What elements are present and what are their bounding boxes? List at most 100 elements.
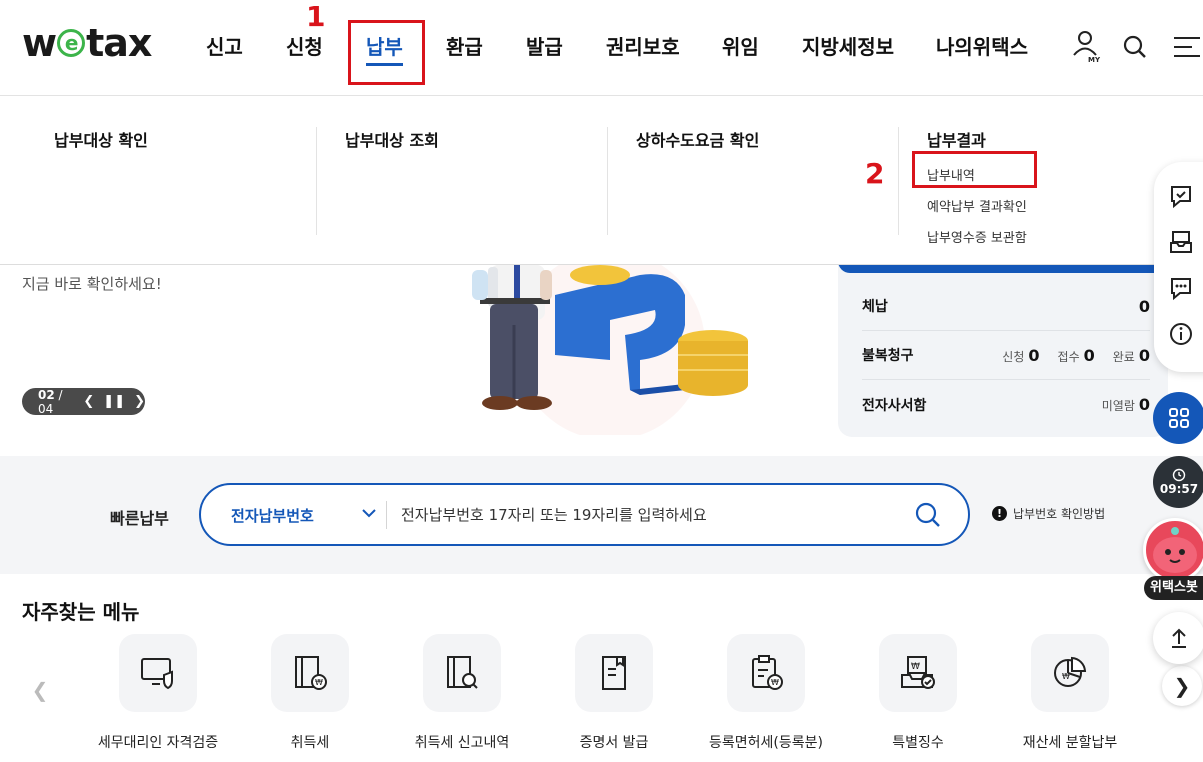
logo-prefix: w xyxy=(22,21,57,65)
clock-icon xyxy=(1172,468,1186,482)
summary-label: 전자사서함 xyxy=(862,397,927,414)
freq-item-agent-verify[interactable]: 세무대리인 자격검증 xyxy=(83,634,233,752)
header: w e tax 신고 신청 납부 환급 발급 권리보호 위임 지방세정보 나의위택스… xyxy=(0,0,1203,96)
chevron-down-icon[interactable] xyxy=(359,503,379,523)
freq-item-registration-tax[interactable]: ₩ 등록면허세(등록분) xyxy=(691,634,841,752)
summary-row-appeal[interactable]: 불복청구 신청 0 접수 0 완료 0 xyxy=(862,331,1150,380)
mega-col-water: 상하수도요금 확인 xyxy=(636,127,759,235)
logo-suffix: tax xyxy=(86,21,152,65)
summary-label: 불복청구 xyxy=(862,348,914,364)
document-won-icon: ₩ xyxy=(271,634,349,712)
freq-item-label: 등록면허세(등록분) xyxy=(709,735,823,751)
nav-my-wetax[interactable]: 나의위택스 xyxy=(936,31,1028,60)
monitor-shield-icon xyxy=(119,634,197,712)
chatbot-avatar[interactable] xyxy=(1143,518,1203,582)
info-mark-icon: ! xyxy=(992,506,1007,521)
slider-prev-icon[interactable]: ❮ xyxy=(83,394,94,409)
my-page-icon[interactable]: MY xyxy=(1070,28,1102,64)
mega-divider xyxy=(898,127,899,235)
mega-title-check-target[interactable]: 납부대상 확인 xyxy=(54,127,148,151)
summary-value: 0 xyxy=(1138,296,1150,316)
step-2-marker: 2 xyxy=(865,157,885,190)
scroll-top-button[interactable] xyxy=(1153,612,1203,664)
search-icon[interactable] xyxy=(1120,28,1152,64)
freq-item-label: 재산세 분할납부 xyxy=(1022,735,1118,751)
summary-value: 미열람 0 xyxy=(1101,395,1150,414)
freq-item-property-tax-installment[interactable]: ₩ 재산세 분할납부 xyxy=(995,634,1145,752)
tray-check-icon: ₩ xyxy=(879,634,957,712)
step-2-highlight xyxy=(912,151,1037,188)
mega-title-inquiry-target[interactable]: 납부대상 조회 xyxy=(345,127,439,151)
summary-value: 신청 0 xyxy=(1002,345,1040,365)
summary-label: 체납 xyxy=(862,299,888,315)
page: w e tax 신고 신청 납부 환급 발급 권리보호 위임 지방세정보 나의위택스… xyxy=(0,0,1203,762)
pie-chart-won-icon: ₩ xyxy=(1031,634,1109,712)
nav-delegate[interactable]: 위임 xyxy=(722,31,759,60)
nav-local-tax-info[interactable]: 지방세정보 xyxy=(802,31,894,60)
clipboard-won-icon: ₩ xyxy=(727,634,805,712)
svg-text:₩: ₩ xyxy=(315,678,323,687)
mega-title-payment-result[interactable]: 납부결과 xyxy=(927,127,1027,151)
quick-pay-divider xyxy=(386,501,387,529)
my-label: MY xyxy=(1088,56,1101,64)
status-summary-card: 체납 0 불복청구 신청 0 접수 0 완료 0 전자사서함 미열람 0 xyxy=(838,255,1168,437)
chat-dots-icon[interactable] xyxy=(1168,275,1194,301)
slider-pause-icon[interactable]: ❚❚ xyxy=(103,394,125,409)
summary-value: 접수 0 xyxy=(1057,345,1095,365)
all-menu-grid-button[interactable] xyxy=(1153,392,1203,444)
banner-slider-control: 02 / 04 ❮ ❚❚ ❯ xyxy=(22,387,145,416)
nav-issue[interactable]: 발급 xyxy=(526,31,563,60)
mega-divider xyxy=(607,127,608,235)
quick-pay-type-select[interactable]: 전자납부번호 xyxy=(231,505,314,526)
wetax-logo[interactable]: w e tax xyxy=(22,21,152,65)
chat-check-icon[interactable] xyxy=(1168,183,1194,209)
grid-icon xyxy=(1169,408,1189,428)
menu-icon[interactable] xyxy=(1170,28,1202,64)
mega-link-receipt-box[interactable]: 납부영수증 보관함 xyxy=(927,227,1027,246)
nav-refund[interactable]: 환급 xyxy=(446,31,483,60)
slider-next-icon[interactable]: ❯ xyxy=(134,394,145,409)
chatbot-label[interactable]: 위택스봇 xyxy=(1144,576,1203,600)
chevron-right-icon[interactable]: ❯ xyxy=(1162,666,1202,706)
freq-item-label: 취득세 신고내역 xyxy=(414,735,510,751)
frequent-menu-title: 자주찾는 메뉴 xyxy=(22,600,140,624)
svg-text:₩: ₩ xyxy=(1062,672,1070,681)
document-search-icon xyxy=(423,634,501,712)
payment-number-help-link[interactable]: ! 납부번호 확인방법 xyxy=(992,505,1105,522)
mega-col-inquiry: 납부대상 조회 xyxy=(345,127,439,235)
session-timer-button[interactable]: 09:57 xyxy=(1153,456,1203,508)
mega-link-scheduled-result[interactable]: 예약납부 결과확인 xyxy=(927,196,1027,215)
summary-row-arrears[interactable]: 체납 0 xyxy=(862,282,1150,331)
mega-title-water-bill[interactable]: 상하수도요금 확인 xyxy=(636,127,759,151)
svg-text:₩: ₩ xyxy=(771,678,779,687)
freq-item-label: 증명서 발급 xyxy=(579,735,649,751)
nav-rights[interactable]: 권리보호 xyxy=(606,31,680,60)
quick-pay-section: 빠른납부 전자납부번호 ! 납부번호 확인방법 xyxy=(0,456,1203,574)
nav-report[interactable]: 신고 xyxy=(206,31,243,60)
summary-row-mailbox[interactable]: 전자사서함 미열람 0 xyxy=(862,380,1150,429)
quick-pay-label: 빠른납부 xyxy=(110,509,169,528)
svg-text:₩: ₩ xyxy=(911,662,920,672)
freq-item-certificate[interactable]: 증명서 발급 xyxy=(539,634,689,752)
freq-item-acquisition-tax[interactable]: ₩ 취득세 xyxy=(235,634,385,752)
chatbot-character-icon xyxy=(1153,527,1197,573)
slider-counter: 02 / 04 xyxy=(38,387,63,416)
floating-quick-panel xyxy=(1154,162,1203,372)
inbox-icon[interactable] xyxy=(1168,229,1194,255)
nav-apply[interactable]: 신청 xyxy=(286,31,323,60)
freq-item-special-collection[interactable]: ₩ 특별징수 xyxy=(843,634,993,752)
certificate-icon xyxy=(575,634,653,712)
freq-item-label: 취득세 xyxy=(290,735,330,751)
search-icon[interactable] xyxy=(913,500,943,530)
payment-number-input[interactable] xyxy=(401,499,881,531)
hero-subtitle: 지금 바로 확인하세요! xyxy=(22,275,162,293)
info-icon[interactable] xyxy=(1168,321,1194,347)
hero-illustration xyxy=(472,265,748,435)
step-1-highlight xyxy=(348,20,425,85)
freq-item-label: 세무대리인 자격검증 xyxy=(97,735,219,751)
arrow-up-icon xyxy=(1172,628,1186,648)
quick-pay-box: 전자납부번호 xyxy=(199,483,970,546)
freq-item-label: 특별징수 xyxy=(892,735,944,751)
chevron-left-icon[interactable]: ❮ xyxy=(20,670,60,710)
freq-item-acquisition-history[interactable]: 취득세 신고내역 xyxy=(387,634,537,752)
